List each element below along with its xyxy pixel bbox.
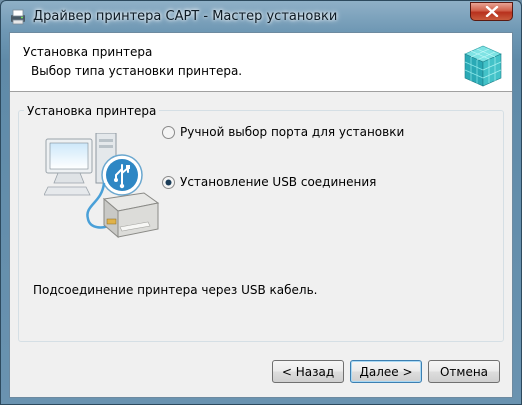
option-description: Подсоединение принтера через USB кабель. bbox=[33, 283, 318, 297]
radio-unchecked-icon[interactable] bbox=[162, 125, 175, 139]
wizard-header: Установка принтера Выбор типа установки … bbox=[10, 33, 512, 92]
radio-checked-icon[interactable] bbox=[162, 175, 175, 189]
header-subtitle: Выбор типа установки принтера. bbox=[31, 64, 243, 78]
header-title: Установка принтера bbox=[23, 45, 153, 59]
group-label: Установка принтера bbox=[24, 104, 160, 118]
option-manual-port-label: Ручной выбор порта для установки bbox=[180, 125, 405, 139]
printer-app-icon bbox=[11, 9, 25, 25]
dialog-client: Установка принтера Выбор типа установки … bbox=[9, 32, 513, 398]
window-title: Драйвер принтера CAPT - Мастер установки bbox=[33, 9, 338, 24]
next-button[interactable]: Далее > bbox=[350, 360, 422, 383]
close-button[interactable] bbox=[470, 2, 513, 21]
option-usb-connection-label: Установление USB соединения bbox=[180, 175, 377, 189]
option-manual-port[interactable]: Ручной выбор порта для установки bbox=[162, 123, 404, 141]
option-usb-connection[interactable]: Установление USB соединения bbox=[162, 173, 376, 191]
installer-window: Драйвер принтера CAPT - Мастер установки… bbox=[0, 0, 522, 405]
computer-printer-usb-illustration bbox=[44, 133, 160, 239]
back-button[interactable]: < Назад bbox=[272, 360, 344, 383]
close-icon bbox=[485, 6, 499, 17]
cancel-button[interactable]: Отмена bbox=[428, 360, 500, 383]
title-bar[interactable]: Драйвер принтера CAPT - Мастер установки bbox=[1, 1, 521, 33]
wizard-cube-logo bbox=[464, 45, 502, 87]
